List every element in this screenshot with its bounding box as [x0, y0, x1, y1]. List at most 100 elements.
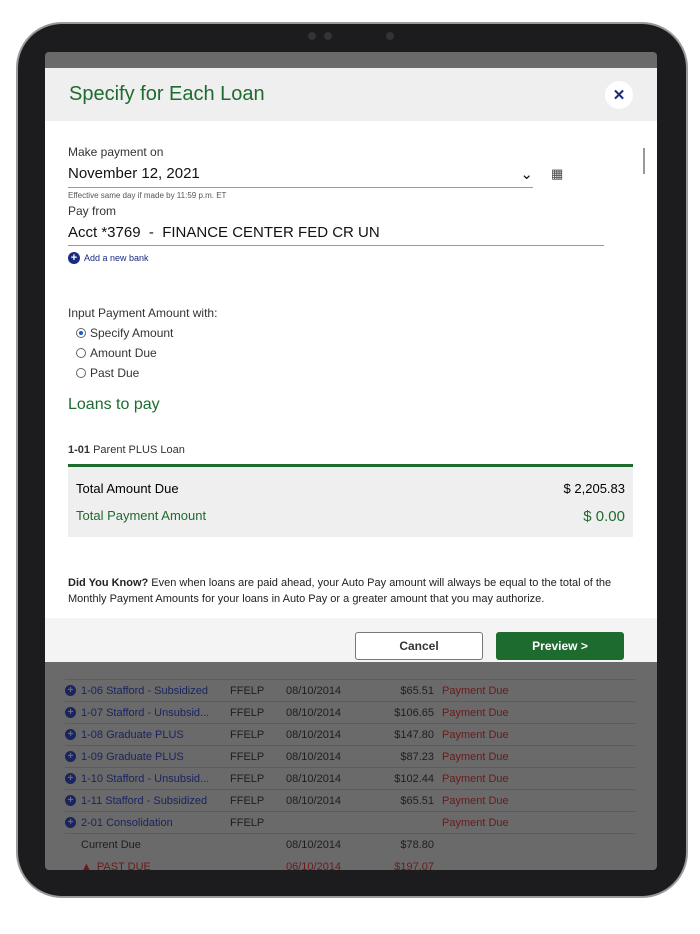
type-cell: FFELP [230, 816, 265, 829]
expand-icon[interactable]: + [65, 773, 76, 784]
expand-icon[interactable]: + [65, 729, 76, 740]
sensor [308, 32, 316, 40]
loan-name: 1-08 Graduate PLUS [81, 728, 184, 741]
loan-name-cell[interactable]: +1-11 Stafford - Subsidized [65, 795, 230, 807]
expand-icon[interactable]: + [65, 751, 76, 762]
add-bank-label: Add a new bank [84, 253, 149, 263]
status-cell: Payment Due [442, 772, 509, 785]
date-cell: 08/10/2014 [286, 750, 342, 763]
preview-button[interactable]: Preview > [496, 632, 624, 660]
specify-loan-modal: Specify for Each Loan ✕ Make payment on … [45, 68, 657, 662]
sub-label: Current Due [81, 839, 141, 851]
amount-cell: $147.80 [394, 728, 434, 741]
radio-specify-amount[interactable]: Specify Amount [76, 326, 633, 340]
loan-name: 1-09 Graduate PLUS [81, 750, 184, 763]
status-cell: Payment Due [442, 728, 509, 741]
date-cell: 08/10/2014 [286, 794, 342, 807]
expand-icon[interactable]: + [65, 795, 76, 806]
amount-cell: $65.51 [400, 684, 434, 697]
radio-amount-due[interactable]: Amount Due [76, 346, 633, 360]
amount-cell: $102.44 [394, 772, 434, 785]
table-row[interactable]: +1-11 Stafford - Subsidized FFELP 08/10/20… [65, 790, 635, 812]
loans-heading: Loans to pay [68, 396, 160, 413]
date-cell: 08/10/2014 [286, 728, 342, 741]
type-cell: FFELP [230, 728, 265, 741]
camera [324, 32, 332, 40]
loan-name: Parent PLUS Loan [93, 444, 185, 456]
calendar-icon[interactable]: ▦ [551, 166, 563, 182]
radio-label: Amount Due [90, 346, 157, 360]
radio-icon [76, 348, 86, 358]
radio-icon [76, 328, 86, 338]
table-row[interactable]: +1-10 Stafford - Unsubsid... FFELP 08/10/2… [65, 768, 635, 790]
date-hint: Effective same day if made by 11:59 p.m.… [68, 191, 227, 200]
screen: +1-06 Stafford - Subsidized FFELP 08/10/20… [45, 52, 657, 870]
amount-cell: $87.23 [400, 750, 434, 763]
date-cell: 08/10/2014 [286, 839, 342, 851]
total-due-value: $ 2,205.83 [563, 481, 625, 496]
status-cell: Payment Due [442, 684, 509, 697]
cancel-button[interactable]: Cancel [355, 632, 483, 660]
table-row[interactable]: +2-01 Consolidation FFELP Payment Due [65, 812, 635, 834]
date-cell: 08/10/2014 [286, 684, 342, 697]
amount-cell: $78.80 [400, 839, 434, 851]
date-cell: 08/10/2014 [286, 706, 342, 719]
total-due-label: Total Amount Due [76, 481, 179, 496]
loan-name-cell[interactable]: +1-06 Stafford - Subsidized [65, 685, 230, 697]
amount-cell: $106.65 [394, 706, 434, 719]
status-cell: Payment Due [442, 750, 509, 763]
radio-label: Past Due [90, 366, 140, 380]
sub-label-cell: Current Due [65, 839, 230, 851]
warning-icon: ▲ [81, 861, 92, 870]
radio-label: Specify Amount [90, 326, 174, 340]
sub-label: PAST DUE [96, 861, 151, 870]
loan-name: 2-01 Consolidation [81, 816, 173, 829]
pay-from-select[interactable]: Acct *3769 - FINANCE CENTER FED CR UN [68, 218, 604, 246]
amount-cell: $197.07 [394, 861, 434, 870]
expand-icon[interactable]: + [65, 817, 76, 828]
totals-panel: Total Amount Due $ 2,205.83 Total Payment… [68, 467, 633, 537]
loan-name-cell[interactable]: +2-01 Consolidation [65, 817, 230, 829]
loan-name-cell[interactable]: +1-08 Graduate PLUS [65, 729, 230, 741]
sensor [386, 32, 394, 40]
type-cell: FFELP [230, 750, 265, 763]
sub-row: Current Due 08/10/2014 $78.80 [65, 834, 635, 856]
loan-list-background: +1-06 Stafford - Subsidized FFELP 08/10/20… [65, 662, 635, 870]
add-bank-link[interactable]: + Add a new bank [68, 252, 633, 264]
sub-row: ▲ PAST DUE 06/10/2014 $197.07 [65, 856, 635, 870]
loan-name-cell[interactable]: +1-07 Stafford - Unsubsid... [65, 707, 230, 719]
pay-from-value: Acct *3769 - FINANCE CENTER FED CR UN [68, 224, 380, 241]
payment-date-value: November 12, 2021 [68, 165, 200, 182]
radio-past-due[interactable]: Past Due [76, 366, 633, 380]
input-with-label: Input Payment Amount with: [68, 306, 218, 320]
payment-date-select[interactable]: November 12, 2021 ⌄ [68, 159, 533, 188]
table-row[interactable]: +1-07 Stafford - Unsubsid... FFELP 08/10/2… [65, 702, 635, 724]
loan-name: 1-11 Stafford - Subsidized [81, 794, 208, 807]
plus-circle-icon: + [68, 252, 80, 264]
radio-icon [76, 368, 86, 378]
close-icon[interactable]: ✕ [605, 80, 633, 109]
loan-name: 1-07 Stafford - Unsubsid... [81, 706, 210, 719]
status-cell: Payment Due [442, 794, 509, 807]
table-row[interactable]: +1-08 Graduate PLUS FFELP 08/10/2014 $147.8… [65, 724, 635, 746]
expand-icon[interactable]: + [65, 707, 76, 718]
loan-title: 1-01 Parent PLUS Loan [68, 444, 633, 467]
modal-header: Specify for Each Loan ✕ [45, 68, 657, 121]
loan-id: 1-01 [68, 444, 91, 456]
chevron-down-icon: ⌄ [520, 166, 533, 183]
amount-cell: $65.51 [400, 794, 434, 807]
table-row[interactable]: +1-06 Stafford - Subsidized FFELP 08/10/20… [65, 680, 635, 702]
status-cell: Payment Due [442, 816, 509, 829]
loan-name-cell[interactable]: +1-09 Graduate PLUS [65, 751, 230, 763]
dyk-text: Even when loans are paid ahead, your Aut… [68, 577, 612, 605]
loan-name: 1-06 Stafford - Subsidized [81, 684, 208, 697]
type-cell: FFELP [230, 684, 265, 697]
table-row[interactable]: +1-09 Graduate PLUS FFELP 08/10/2014 $87.23… [65, 746, 635, 768]
modal-title: Specify for Each Loan [69, 83, 265, 105]
status-cell: Payment Due [442, 706, 509, 719]
loan-name-cell[interactable]: +1-10 Stafford - Unsubsid... [65, 773, 230, 785]
expand-icon[interactable]: + [65, 685, 76, 696]
sub-label-cell: ▲ PAST DUE [65, 861, 230, 870]
did-you-know: Did You Know? Even when loans are paid a… [68, 575, 633, 607]
total-payment-label: Total Payment Amount [76, 508, 207, 523]
